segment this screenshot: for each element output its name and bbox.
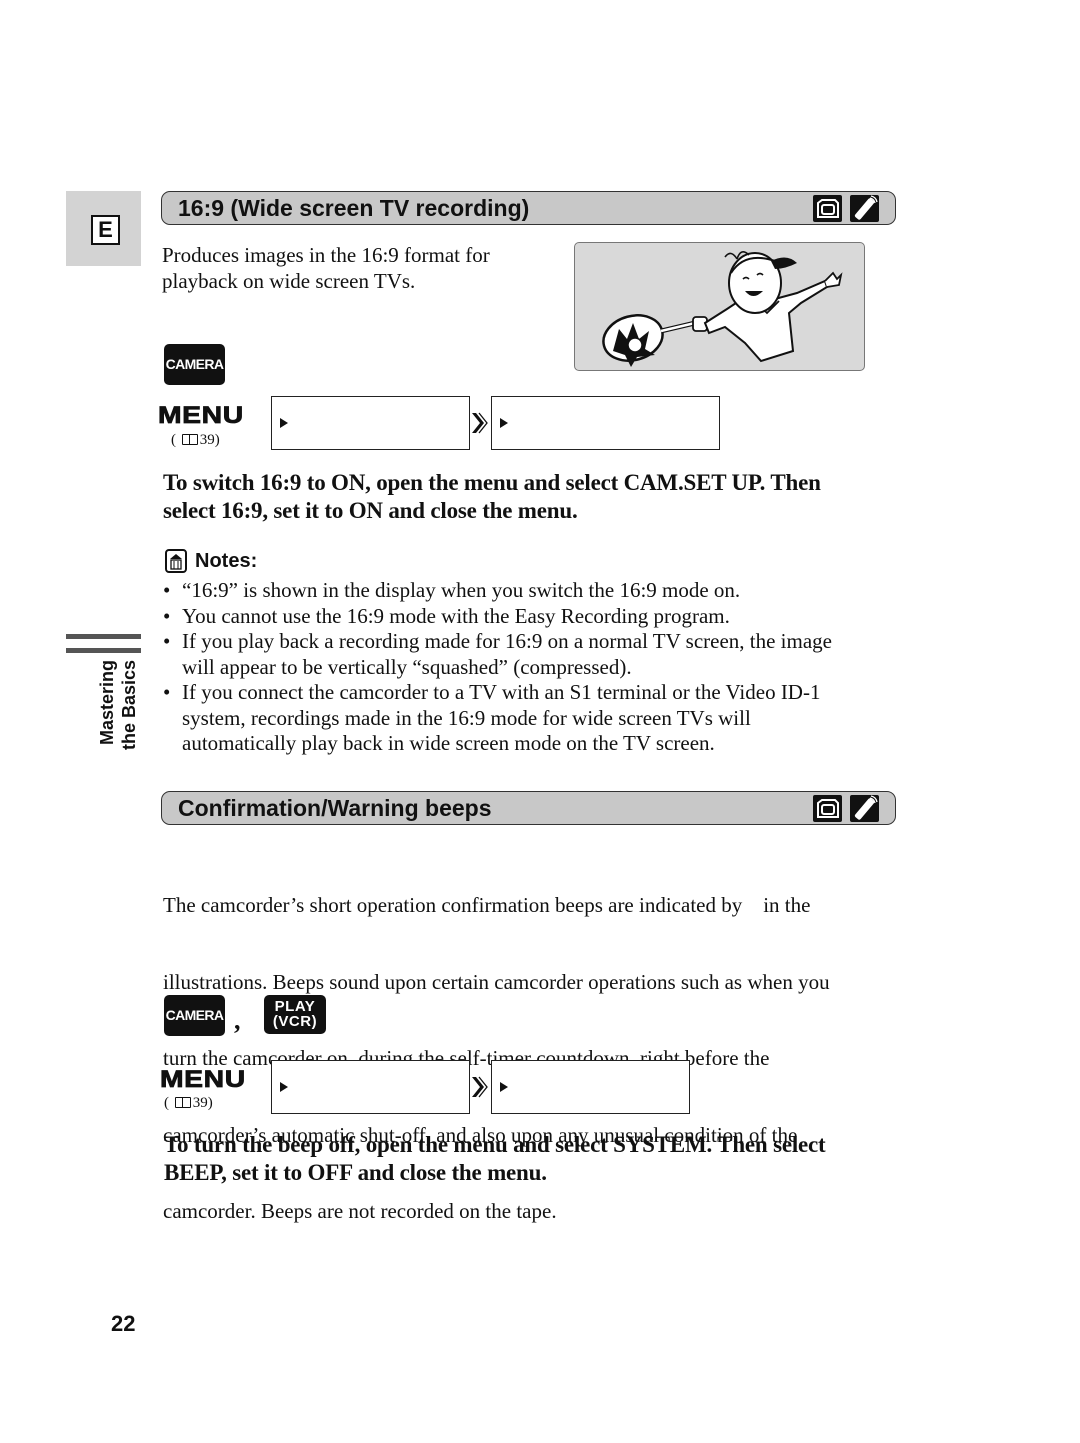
section-header-16-9: 16:9 (Wide screen TV recording): [161, 191, 896, 225]
body-line: illustrations. Beeps sound upon certain …: [163, 969, 830, 994]
side-tab-line: Mastering: [97, 660, 117, 746]
remote-control-icon: [850, 795, 879, 822]
double-chevron-icon: [472, 412, 488, 434]
instruction-line: select 16:9, set it to ON and close the …: [163, 498, 578, 523]
note-item: If you play back a recording made for 16…: [163, 629, 903, 680]
intro-line: Produces images in the 16:9 format for: [162, 243, 490, 267]
ref-page: 39): [192, 1095, 213, 1111]
note-line: will appear to be vertically “squashed” …: [182, 654, 632, 679]
note-item: You cannot use the 16:9 mode with the Ea…: [163, 604, 903, 630]
note-line: If you play back a recording made for 16…: [182, 629, 832, 653]
section1-intro: Produces images in the 16:9 format for p…: [162, 243, 562, 294]
play-arrow-icon: [500, 418, 508, 428]
note-line: “16:9” is shown in the display when you …: [182, 578, 741, 602]
book-icon: [174, 1097, 191, 1108]
instruction-line: BEEP, set it to OFF and close the menu.: [164, 1160, 547, 1185]
camcorder-icon: [813, 195, 842, 222]
camera-mode-badge: CAMERA: [164, 344, 225, 385]
side-tab-bar: [66, 648, 141, 653]
body-line: The camcorder’s short operation confirma…: [163, 893, 811, 917]
menu-label: MENU: [160, 1066, 246, 1094]
play-vcr-mode-badge: PLAY (VCR): [264, 995, 326, 1034]
notes-title: Notes:: [195, 549, 258, 572]
notes-heading: Notes:: [165, 549, 257, 573]
section-title: 16:9 (Wide screen TV recording): [178, 195, 530, 221]
play-arrow-icon: [500, 1082, 508, 1092]
note-line: If you connect the camcorder to a TV wit…: [182, 680, 821, 704]
instruction-line: To switch 16:9 to ON, open the menu and …: [163, 470, 821, 495]
instruction-line: To turn the beep off, open the menu and …: [164, 1132, 826, 1157]
menu-step-box: [491, 396, 720, 450]
badge-line: PLAY: [274, 998, 316, 1015]
ref-prefix: (: [164, 1095, 169, 1111]
body-line: camcorder. Beeps are not recorded on the…: [163, 1199, 557, 1223]
side-tab-line: the Basics: [119, 660, 139, 751]
note-line: automatically play back in wide screen m…: [182, 731, 715, 755]
language-tab-label: E: [91, 215, 120, 245]
double-chevron-icon: [472, 1076, 488, 1098]
language-tab: E: [66, 191, 141, 266]
side-tab-bar: [66, 634, 141, 639]
book-icon: [181, 434, 198, 445]
menu-page-reference: ( 39): [171, 432, 220, 449]
remote-control-icon: [850, 195, 879, 222]
badge-line: (VCR): [272, 1013, 318, 1030]
section2-body: The camcorder’s short operation confirma…: [163, 842, 903, 1250]
intro-line: playback on wide screen TVs.: [162, 268, 416, 293]
note-item: “16:9” is shown in the display when you …: [163, 578, 903, 604]
camera-mode-badge: CAMERA: [164, 995, 225, 1036]
menu-label: MENU: [158, 402, 244, 430]
section2-instruction: To turn the beep off, open the menu and …: [164, 1131, 904, 1187]
section1-instruction: To switch 16:9 to ON, open the menu and …: [163, 469, 903, 525]
notes-icon: [165, 549, 187, 573]
menu-step-box: [271, 1060, 470, 1114]
section-header-beeps: Confirmation/Warning beeps: [161, 791, 896, 825]
tennis-player-illustration: [574, 242, 865, 371]
section-title: Confirmation/Warning beeps: [178, 795, 492, 821]
ref-prefix: (: [171, 432, 176, 448]
note-line: You cannot use the 16:9 mode with the Ea…: [182, 603, 730, 628]
camcorder-icon: [813, 795, 842, 822]
side-tab-label: Mastering the Basics: [96, 660, 142, 770]
menu-page-reference: ( 39): [164, 1095, 213, 1112]
page-number: 22: [111, 1311, 136, 1336]
play-arrow-icon: [280, 418, 288, 428]
mode-separator: ,: [234, 1006, 241, 1035]
note-item: If you connect the camcorder to a TV wit…: [163, 680, 903, 757]
ref-page: 39): [199, 432, 220, 448]
play-arrow-icon: [280, 1082, 288, 1092]
note-line: system, recordings made in the 16:9 mode…: [182, 705, 751, 730]
menu-step-box: [491, 1060, 690, 1114]
menu-step-box: [271, 396, 470, 450]
notes-list: “16:9” is shown in the display when you …: [163, 578, 903, 757]
